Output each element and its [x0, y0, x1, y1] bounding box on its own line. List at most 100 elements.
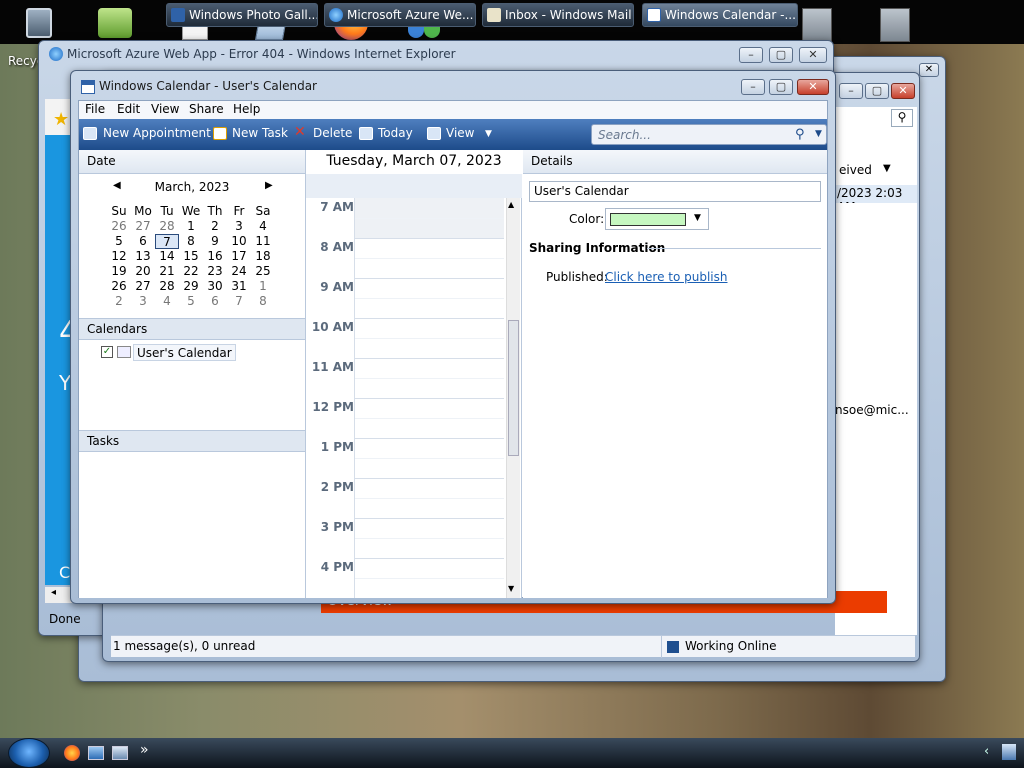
mail-maximize-button[interactable]: ▢	[865, 83, 889, 99]
scripting-app-icon[interactable]	[96, 2, 136, 44]
recycle-bin-icon[interactable]	[20, 2, 60, 44]
mini-calendar-day[interactable]: 27	[131, 219, 155, 233]
mini-calendar-day[interactable]: 28	[155, 279, 179, 293]
color-dropdown-icon[interactable]: ▼	[694, 213, 701, 223]
mini-calendar-day[interactable]: 9	[203, 234, 227, 248]
taskbar-mail-label: Inbox - Windows Mail	[505, 8, 632, 22]
calendar-item-users-calendar[interactable]: User's Calendar	[133, 344, 236, 361]
mini-calendar-day[interactable]: 26	[107, 219, 131, 233]
mini-calendar-day[interactable]: 10	[227, 234, 251, 248]
mini-calendar-day[interactable]: 12	[107, 249, 131, 263]
mini-calendar-day[interactable]: 17	[227, 249, 251, 263]
mini-calendar-day[interactable]: 2	[107, 294, 131, 308]
menu-edit[interactable]: Edit	[117, 102, 140, 116]
mail-column-dropdown[interactable]: ▼	[883, 163, 891, 174]
photo-close-button[interactable]: ✕	[919, 63, 939, 77]
mini-calendar-day[interactable]: 15	[179, 249, 203, 263]
mini-calendar-day[interactable]: 4	[155, 294, 179, 308]
mini-calendar-day[interactable]: 5	[179, 294, 203, 308]
mini-calendar-day[interactable]: 19	[107, 264, 131, 278]
mini-calendar-day[interactable]: 24	[227, 264, 251, 278]
new-appointment-button[interactable]: New Appointment	[103, 126, 211, 140]
mini-calendar-day[interactable]: 3	[227, 219, 251, 233]
menu-help[interactable]: Help	[233, 102, 260, 116]
calendar-close-button[interactable]: ✕	[797, 79, 829, 95]
mini-calendar-day[interactable]: 18	[251, 249, 275, 263]
mini-calendar-day[interactable]: 2	[203, 219, 227, 233]
quicklaunch-desktop-icon[interactable]	[88, 746, 104, 760]
taskbar-mail[interactable]: Inbox - Windows Mail	[482, 3, 634, 27]
publish-link[interactable]: Click here to publish	[605, 270, 728, 284]
next-month-icon[interactable]: ▶	[265, 180, 273, 191]
day-vertical-scrollbar[interactable]: ▲ ▼	[506, 198, 520, 598]
mail-received-column[interactable]: eived	[839, 163, 872, 177]
menu-file[interactable]: File	[85, 102, 105, 116]
delete-button[interactable]: Delete	[313, 126, 352, 140]
mail-close-button[interactable]: ✕	[891, 83, 915, 99]
scroll-thumb[interactable]	[508, 320, 519, 456]
mini-calendar-day[interactable]: 11	[251, 234, 275, 248]
calendar-name-field[interactable]: User's Calendar	[529, 181, 821, 202]
taskbar-photo-gallery[interactable]: Windows Photo Gall...	[166, 3, 318, 27]
mini-calendar-day[interactable]: 6	[131, 234, 155, 248]
ie-minimize-button[interactable]: –	[739, 47, 763, 63]
mini-calendar-day[interactable]: 22	[179, 264, 203, 278]
mini-calendar-day[interactable]: 6	[203, 294, 227, 308]
gear-file-icon-2[interactable]	[876, 2, 916, 44]
mini-calendar-day[interactable]: 1	[251, 279, 275, 293]
mini-calendar-day[interactable]: 20	[131, 264, 155, 278]
mail-search-icon[interactable]: ⚲	[891, 109, 913, 127]
ie-close-button[interactable]: ✕	[799, 47, 827, 63]
menu-view[interactable]: View	[151, 102, 179, 116]
search-icon[interactable]: ⚲	[795, 127, 805, 142]
calendar-minimize-button[interactable]: –	[741, 79, 765, 95]
mini-calendar-day[interactable]: 27	[131, 279, 155, 293]
mini-calendar-day[interactable]: 4	[251, 219, 275, 233]
windows-calendar-window[interactable]: Windows Calendar - User's Calendar – ▢ ✕…	[70, 70, 836, 604]
mini-calendar-day[interactable]: 25	[251, 264, 275, 278]
mini-calendar-day[interactable]: 1	[179, 219, 203, 233]
view-dropdown-arrow-icon[interactable]: ▼	[485, 129, 492, 139]
start-button[interactable]	[8, 738, 50, 768]
today-button[interactable]: Today	[378, 126, 413, 140]
mini-calendar-day[interactable]: 26	[107, 279, 131, 293]
hour-grid[interactable]: 7 AM 8 AM 9 AM 10 AM 11 AM 12 PM 1 PM 2 PM 3 PM 4…	[306, 198, 506, 598]
mini-calendar-day[interactable]: 28	[155, 219, 179, 233]
all-day-strip[interactable]	[306, 174, 522, 198]
scroll-up-icon[interactable]: ▲	[508, 200, 514, 209]
mini-calendar-day[interactable]: 30	[203, 279, 227, 293]
mini-calendar-day[interactable]: 16	[203, 249, 227, 263]
quicklaunch-switch-icon[interactable]	[112, 746, 128, 760]
taskbar-calendar[interactable]: Windows Calendar -...	[642, 3, 798, 27]
mini-calendar-day[interactable]: 13	[131, 249, 155, 263]
mini-calendar-day[interactable]: 23	[203, 264, 227, 278]
mini-calendar-selected-day[interactable]: 7	[155, 234, 179, 249]
mini-calendar-day[interactable]: 8	[179, 234, 203, 248]
new-task-button[interactable]: New Task	[232, 126, 288, 140]
color-picker[interactable]: ▼	[605, 208, 709, 230]
mail-minimize-button[interactable]: –	[839, 83, 863, 99]
taskbar-ie[interactable]: Microsoft Azure We...	[324, 3, 476, 27]
mini-calendar-day[interactable]: 8	[251, 294, 275, 308]
calendar-maximize-button[interactable]: ▢	[769, 79, 793, 95]
ie-maximize-button[interactable]: ▢	[769, 47, 793, 63]
gear-file-icon[interactable]	[798, 2, 838, 44]
tray-network-icon[interactable]	[1002, 744, 1016, 760]
search-dropdown-icon[interactable]: ▼	[815, 129, 822, 139]
mini-calendar-day[interactable]: 3	[131, 294, 155, 308]
mini-calendar-day[interactable]: 31	[227, 279, 251, 293]
quicklaunch-chevron-icon[interactable]: »	[140, 742, 149, 758]
mini-calendar-day[interactable]: 7	[227, 294, 251, 308]
mini-calendar-day[interactable]: 21	[155, 264, 179, 278]
calendar-checkbox[interactable]: ✓	[101, 346, 113, 358]
mail-received-value[interactable]: /2023 2:03 AM	[835, 185, 917, 214]
menu-share[interactable]: Share	[189, 102, 224, 116]
mini-calendar-day[interactable]: 29	[179, 279, 203, 293]
quicklaunch-firefox-icon[interactable]	[64, 745, 80, 761]
scroll-down-icon[interactable]: ▼	[508, 584, 514, 593]
calendar-search-input[interactable]: Search...	[591, 124, 827, 145]
mini-calendar-day[interactable]: 5	[107, 234, 131, 248]
view-button[interactable]: View	[446, 126, 474, 140]
tray-expand-icon[interactable]: ‹	[984, 744, 989, 759]
mini-calendar-day[interactable]: 14	[155, 249, 179, 263]
